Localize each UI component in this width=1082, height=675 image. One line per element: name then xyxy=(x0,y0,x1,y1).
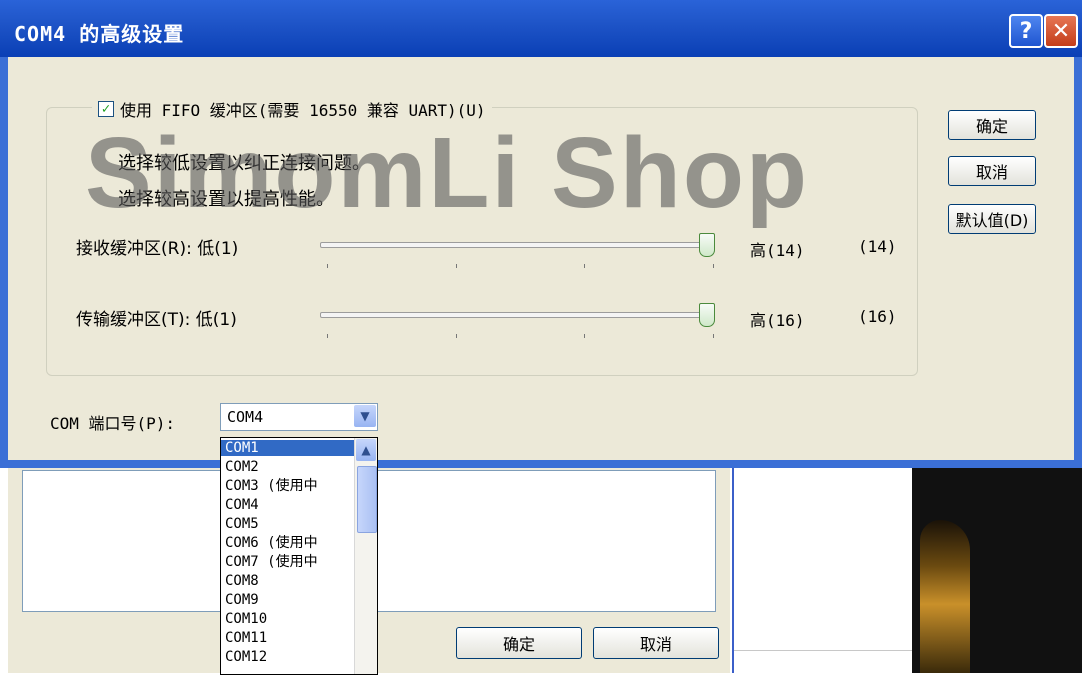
dropdown-option[interactable]: COM1 xyxy=(221,440,355,456)
background-desktop-image xyxy=(912,468,1082,673)
slider-tick xyxy=(327,334,328,338)
checkmark-icon: ✓ xyxy=(101,101,111,117)
dropdown-option[interactable]: COM7 (使用中 xyxy=(225,554,318,570)
dropdown-option[interactable]: COM6 (使用中 xyxy=(225,535,318,551)
com-port-label: COM 端口号(P): xyxy=(50,414,176,433)
receive-buffer-label: 接收缓冲区(R): 低(1) xyxy=(76,239,239,259)
advanced-settings-dialog: COM4 的高级设置 ? ✕ ✓ 使用 FIFO 缓冲区(需要 16550 兼容… xyxy=(0,0,1082,468)
dropdown-option[interactable]: COM12 xyxy=(225,649,267,665)
cancel-button[interactable]: 取消 xyxy=(948,156,1036,186)
transmit-max-label: 高(16) xyxy=(750,311,805,330)
close-button[interactable]: ✕ xyxy=(1044,14,1078,48)
slider-tick xyxy=(584,334,585,338)
dialog-title: COM4 的高级设置 xyxy=(14,22,185,46)
help-button[interactable]: ? xyxy=(1009,14,1043,48)
watermark-text: SimomLi Shop xyxy=(85,117,809,229)
defaults-button[interactable]: 默认值(D) xyxy=(948,204,1036,234)
scrollbar-thumb[interactable] xyxy=(357,466,377,533)
background-figure xyxy=(920,520,970,673)
dropdown-option[interactable]: COM4 xyxy=(225,497,259,513)
slider-tick xyxy=(327,264,328,268)
title-bar[interactable]: COM4 的高级设置 ? ✕ xyxy=(0,0,1082,57)
dropdown-option[interactable]: COM2 xyxy=(225,459,259,475)
receive-value-label: (14) xyxy=(858,237,897,256)
chevron-down-icon[interactable]: ▼ xyxy=(354,405,376,427)
com-port-select[interactable]: COM4 ▼ xyxy=(220,403,378,431)
slider-tick xyxy=(713,264,714,268)
com-port-dropdown-list[interactable]: COM1 COM2 COM3 (使用中 COM4 COM5 COM6 (使用中 COM7 (… xyxy=(220,437,378,675)
slider-tick xyxy=(584,264,585,268)
receive-slider-track[interactable] xyxy=(320,242,712,248)
slider-tick xyxy=(456,334,457,338)
help-icon: ? xyxy=(1019,18,1033,44)
slider-tick xyxy=(713,334,714,338)
receive-max-label: 高(14) xyxy=(750,241,805,260)
background-cancel-button[interactable]: 取消 xyxy=(593,627,719,659)
background-ok-button[interactable]: 确定 xyxy=(456,627,582,659)
dropdown-option[interactable]: COM11 xyxy=(225,630,267,646)
dropdown-option[interactable]: COM10 xyxy=(225,611,267,627)
dropdown-option[interactable]: COM9 xyxy=(225,592,259,608)
transmit-slider-track[interactable] xyxy=(320,312,712,318)
background-white-pane xyxy=(732,468,914,673)
dropdown-option[interactable]: COM8 xyxy=(225,573,259,589)
ok-button[interactable]: 确定 xyxy=(948,110,1036,140)
dropdown-option[interactable]: COM5 xyxy=(225,516,259,532)
chevron-up-icon[interactable]: ▲ xyxy=(356,439,376,461)
transmit-value-label: (16) xyxy=(858,307,897,326)
close-icon: ✕ xyxy=(1051,18,1071,44)
slider-tick xyxy=(456,264,457,268)
transmit-buffer-label: 传输缓冲区(T): 低(1) xyxy=(76,310,237,330)
dropdown-scrollbar[interactable]: ▲ xyxy=(354,438,377,674)
com-port-selected-value: COM4 xyxy=(227,408,264,426)
receive-slider-thumb[interactable] xyxy=(699,233,715,257)
fifo-checkbox[interactable]: ✓ xyxy=(98,101,114,117)
dropdown-option[interactable]: COM3 (使用中 xyxy=(225,478,318,494)
transmit-slider-thumb[interactable] xyxy=(699,303,715,327)
